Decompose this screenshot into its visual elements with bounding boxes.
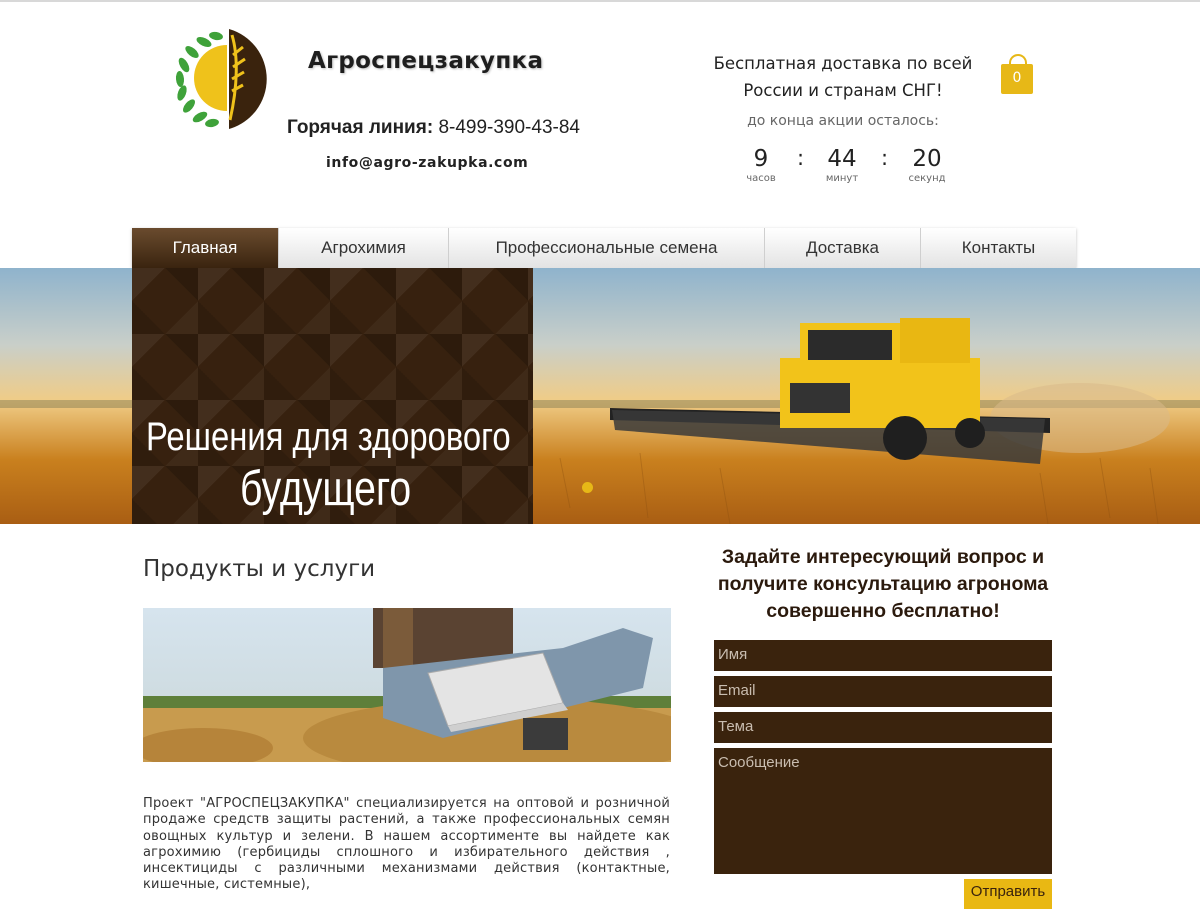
cart-count-badge: 0 [1012, 70, 1022, 86]
nav-item-agrochemistry[interactable]: Агрохимия [279, 228, 449, 268]
nav-item-home[interactable]: Главная [132, 228, 279, 268]
free-delivery-promo: Бесплатная доставка по всей России и стр… [700, 50, 986, 104]
nav-item-delivery[interactable]: Доставка [765, 228, 921, 268]
promo-line-1: Бесплатная доставка по всей [713, 54, 973, 73]
section-title: Продукты и услуги [143, 556, 376, 582]
countdown-seconds: 20 [912, 146, 942, 172]
contact-email[interactable]: info@agro-zakupka.com [326, 155, 528, 171]
hotline-phone[interactable]: 8-499-390-43-84 [438, 117, 580, 138]
name-field[interactable]: Имя [714, 640, 1052, 671]
main-nav: Главная Агрохимия Профессиональные семен… [132, 228, 1076, 268]
countdown-hours: 9 [753, 146, 769, 172]
promo-time-left-label: до конца акции осталось: [747, 113, 939, 129]
countdown-separator: : [881, 146, 889, 170]
countdown-minutes: 44 [827, 146, 857, 172]
browser-top-border [0, 0, 1200, 2]
countdown-minutes-label: минут [825, 173, 859, 184]
submit-button[interactable]: Отправить [964, 879, 1052, 909]
message-field[interactable]: Сообщение [714, 748, 1052, 874]
brand-name: Агроспецзакупка [308, 48, 544, 74]
nav-item-seeds[interactable]: Профессиональные семена [449, 228, 765, 268]
slider-dot[interactable] [582, 482, 593, 493]
about-company-text: Проект "АГРОСПЕЦЗАКУПКА" специализируетс… [143, 796, 670, 893]
countdown-seconds-label: секунд [908, 173, 946, 184]
hotline-label: Горячая линия: [287, 117, 434, 138]
hotline: Горячая линия: 8-499-390-43-84 [287, 117, 580, 139]
wheat-sun-logo-icon [175, 29, 267, 129]
countdown-hours-label: часов [746, 173, 776, 184]
countdown-separator: : [797, 146, 805, 170]
consultation-form-title: Задайте интересующий вопрос и получите к… [717, 546, 1049, 622]
hero-banner: Решения для здорового будущего [0, 268, 1200, 524]
company-logo[interactable] [172, 25, 282, 131]
promo-line-2: России и странам СНГ! [743, 81, 943, 100]
nav-item-contacts[interactable]: Контакты [921, 228, 1076, 268]
hero-text-panel: Решения для здорового будущего [132, 268, 533, 524]
cart-button[interactable]: 0 [1000, 52, 1034, 96]
hero-headline-line-1: Решения для здорового [146, 415, 511, 459]
farmer-with-laptop-image [143, 608, 671, 762]
hero-headline-line-2: будущего [240, 462, 412, 516]
farmer-laptop-photo-icon [143, 608, 671, 762]
subject-field[interactable]: Тема [714, 712, 1052, 743]
email-field[interactable]: Email [714, 676, 1052, 707]
